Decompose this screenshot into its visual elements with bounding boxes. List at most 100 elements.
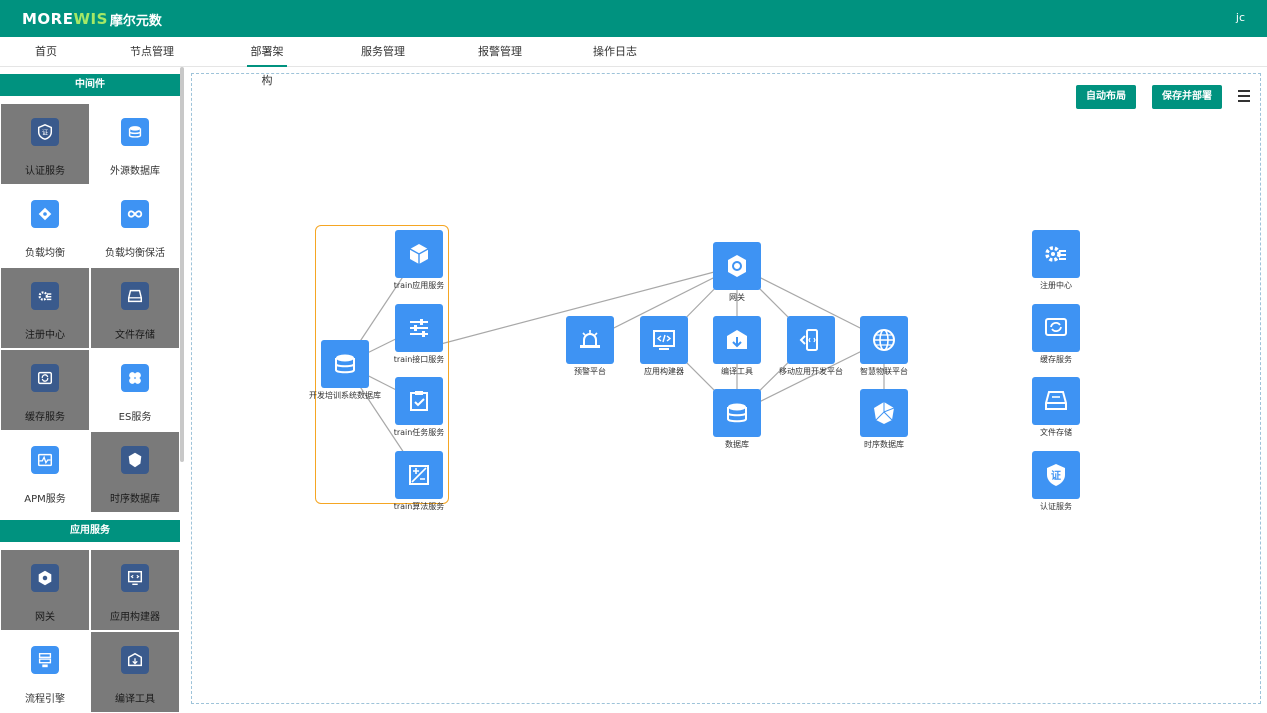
node-label: train应用服务: [393, 281, 445, 290]
polyhedron-icon: [121, 446, 149, 474]
gateway-icon: [728, 255, 746, 277]
main-nav: 首页 节点管理 部署架构 服务管理 报警管理 操作日志: [0, 37, 1267, 87]
node-registry[interactable]: [1032, 230, 1080, 278]
node-label: 认证服务: [1040, 502, 1072, 511]
tile-label: 网关: [35, 612, 55, 623]
node-app-builder[interactable]: [640, 316, 688, 364]
tile-apm[interactable]: APM服务: [1, 432, 89, 512]
certificate-icon: 证: [1047, 464, 1065, 486]
node-label: 注册中心: [1040, 281, 1072, 290]
nav-services[interactable]: 服务管理: [359, 37, 407, 67]
node-warning-platform[interactable]: [566, 316, 614, 364]
node-cache[interactable]: [1032, 304, 1080, 352]
storage-drive-icon: [1045, 391, 1067, 410]
save-deploy-button[interactable]: 保存并部署: [1152, 85, 1222, 109]
nav-nodes[interactable]: 节点管理: [128, 37, 176, 67]
certificate-icon: 证: [31, 118, 59, 146]
brand-cn: 摩尔元数: [109, 13, 162, 29]
node-label: 应用构建器: [644, 367, 684, 376]
alarm-icon: [580, 330, 600, 348]
tile-tsdb[interactable]: 时序数据库: [91, 432, 179, 512]
brand-text: MOREWIS: [22, 10, 108, 28]
gateway-icon: [31, 564, 59, 592]
tile-label: 负载均衡保活: [105, 248, 165, 259]
tile-label: 应用构建器: [110, 612, 160, 623]
node-label: 缓存服务: [1040, 355, 1072, 364]
flow-icon: [31, 646, 59, 674]
node-tsdb[interactable]: [860, 389, 908, 437]
svg-text:证: 证: [1051, 470, 1061, 482]
box-arrow-icon: [727, 330, 747, 349]
node-label: train接口服务: [393, 355, 445, 364]
sliders-icon: [410, 319, 428, 337]
top-bar: MOREWIS 摩尔元数 jc: [0, 0, 1267, 37]
polyhedron-icon: [874, 402, 895, 424]
node-label: 智慧物联平台: [860, 367, 908, 376]
tile-label: 缓存服务: [25, 412, 65, 423]
node-file-storage[interactable]: [1032, 377, 1080, 425]
auto-layout-button[interactable]: 自动布局: [1076, 85, 1136, 109]
tile-label: 外源数据库: [110, 166, 160, 177]
nav-logs[interactable]: 操作日志: [592, 37, 638, 67]
pulse-icon: [31, 446, 59, 474]
tile-auth-service[interactable]: 证 认证服务: [1, 104, 89, 184]
code-monitor-icon: [653, 330, 675, 350]
node-label: 数据库: [725, 440, 749, 449]
tile-app-builder[interactable]: 应用构建器: [91, 550, 179, 630]
node-training-db[interactable]: [321, 340, 369, 388]
apps-section-title: 应用服务: [0, 520, 180, 542]
tile-load-balance[interactable]: 负载均衡: [1, 186, 89, 266]
node-label: train算法服务: [393, 502, 445, 511]
nav-alarms[interactable]: 报警管理: [476, 37, 524, 67]
nav-home[interactable]: 首页: [24, 37, 68, 67]
database-icon: [727, 403, 747, 423]
node-gateway[interactable]: [713, 242, 761, 290]
tile-es[interactable]: ES服务: [91, 350, 179, 430]
tile-external-db[interactable]: 外源数据库: [91, 104, 179, 184]
tile-registry[interactable]: 注册中心: [1, 268, 89, 348]
tile-label: 负载均衡: [25, 248, 65, 259]
refresh-icon: [1045, 318, 1067, 336]
tile-file-storage[interactable]: 文件存储: [91, 268, 179, 348]
tile-label: 时序数据库: [110, 494, 160, 505]
node-iot-platform[interactable]: [860, 316, 908, 364]
node-auth[interactable]: 证: [1032, 451, 1080, 499]
code-monitor-icon: [121, 564, 149, 592]
svg-text:证: 证: [42, 129, 49, 137]
gear-list-icon: [1045, 246, 1066, 262]
load-balance-icon: [31, 200, 59, 228]
node-mobile-dev[interactable]: [787, 316, 835, 364]
node-train-app[interactable]: [395, 230, 443, 278]
tile-label: 文件存储: [115, 330, 155, 341]
brand-logo[interactable]: MOREWIS 摩尔元数: [22, 9, 162, 29]
tile-label: 流程引擎: [25, 694, 65, 705]
sidebar-scrollbar[interactable]: [180, 67, 184, 462]
cube-icon: [409, 244, 429, 264]
tile-compiler[interactable]: 编译工具: [91, 632, 179, 712]
hamburger-menu-icon[interactable]: [1238, 90, 1250, 102]
tile-label: 注册中心: [25, 330, 65, 341]
nav-deploy-architecture[interactable]: 部署架构: [247, 37, 287, 87]
tile-label: APM服务: [24, 494, 66, 505]
node-train-api[interactable]: [395, 304, 443, 352]
node-label: train任务服务: [393, 428, 445, 437]
node-train-algo[interactable]: [395, 451, 443, 499]
user-name[interactable]: jc: [1236, 11, 1245, 24]
tile-label: 编译工具: [115, 694, 155, 705]
tile-lb-keepalive[interactable]: 负载均衡保活: [91, 186, 179, 266]
tile-label: ES服务: [118, 412, 152, 423]
node-label: 时序数据库: [864, 440, 904, 449]
tile-flow-engine[interactable]: 流程引擎: [1, 632, 89, 712]
refresh-icon: [31, 364, 59, 392]
node-label: 预警平台: [574, 367, 606, 376]
box-arrow-icon: [121, 646, 149, 674]
storage-drive-icon: [121, 282, 149, 310]
infinity-icon: [121, 200, 149, 228]
node-database[interactable]: [713, 389, 761, 437]
tile-cache[interactable]: 缓存服务: [1, 350, 89, 430]
node-compiler[interactable]: [713, 316, 761, 364]
tile-gateway[interactable]: 网关: [1, 550, 89, 630]
middleware-section-title: 中间件: [0, 74, 180, 96]
gear-list-icon: [31, 282, 59, 310]
node-train-task[interactable]: [395, 377, 443, 425]
